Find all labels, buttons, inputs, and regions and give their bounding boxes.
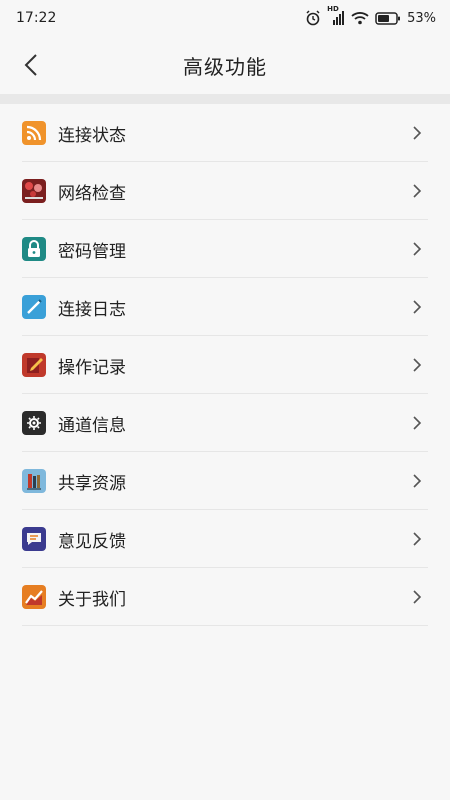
menu-item-about-us[interactable]: 关于我们 (0, 568, 450, 626)
menu-item-label: 连接状态 (58, 125, 126, 146)
status-time: 17:22 (16, 10, 57, 26)
chevron-right-icon (413, 474, 422, 488)
menu-item-channel-info[interactable]: 通道信息 (0, 394, 450, 452)
menu-item-label: 连接日志 (58, 299, 126, 320)
menu-item-label: 共享资源 (58, 473, 126, 494)
alarm-icon (305, 10, 321, 26)
page-title: 高级功能 (183, 54, 267, 79)
menu-item-connection-status[interactable]: 连接状态 (0, 104, 450, 162)
books-icon (22, 469, 46, 493)
feature-menu: 连接状态 网络检查 密码管理 连接日志 操作记录 通道信息 共享资源 意见反馈 … (0, 104, 450, 626)
chevron-right-icon (413, 416, 422, 430)
chevron-right-icon (413, 184, 422, 198)
battery-icon (375, 11, 401, 25)
menu-item-label: 网络检查 (58, 183, 126, 204)
signal-icon: HD (327, 5, 345, 25)
battery-percent: 53% (407, 10, 436, 26)
chevron-right-icon (413, 532, 422, 546)
menu-item-label: 通道信息 (58, 415, 126, 436)
chevron-right-icon (413, 590, 422, 604)
network-label: HD (327, 5, 339, 13)
chevron-right-icon (413, 126, 422, 140)
chevron-right-icon (413, 358, 422, 372)
wifi-icon (351, 11, 369, 25)
menu-item-operation-record[interactable]: 操作记录 (0, 336, 450, 394)
chat-icon (22, 527, 46, 551)
app-header: 高级功能 (0, 36, 450, 94)
network-check-icon (22, 179, 46, 203)
menu-item-feedback[interactable]: 意见反馈 (0, 510, 450, 568)
chevron-right-icon (413, 300, 422, 314)
status-icons: HD 53% (305, 5, 436, 26)
chart-icon (22, 585, 46, 609)
menu-item-connection-log[interactable]: 连接日志 (0, 278, 450, 336)
lock-icon (22, 237, 46, 261)
menu-item-password-management[interactable]: 密码管理 (0, 220, 450, 278)
chevron-right-icon (413, 242, 422, 256)
section-divider (0, 94, 450, 104)
pencil-book-icon (22, 353, 46, 377)
menu-item-label: 密码管理 (58, 241, 126, 262)
back-button[interactable] (14, 48, 48, 82)
pen-icon (22, 295, 46, 319)
gear-icon (22, 411, 46, 435)
menu-item-network-check[interactable]: 网络检查 (0, 162, 450, 220)
chevron-left-icon (24, 54, 37, 76)
status-bar: 17:22 HD 53% (0, 0, 450, 36)
menu-item-label: 操作记录 (58, 357, 126, 378)
menu-item-shared-resources[interactable]: 共享资源 (0, 452, 450, 510)
rss-icon (22, 121, 46, 145)
menu-item-label: 意见反馈 (58, 531, 126, 552)
menu-item-label: 关于我们 (58, 589, 126, 610)
